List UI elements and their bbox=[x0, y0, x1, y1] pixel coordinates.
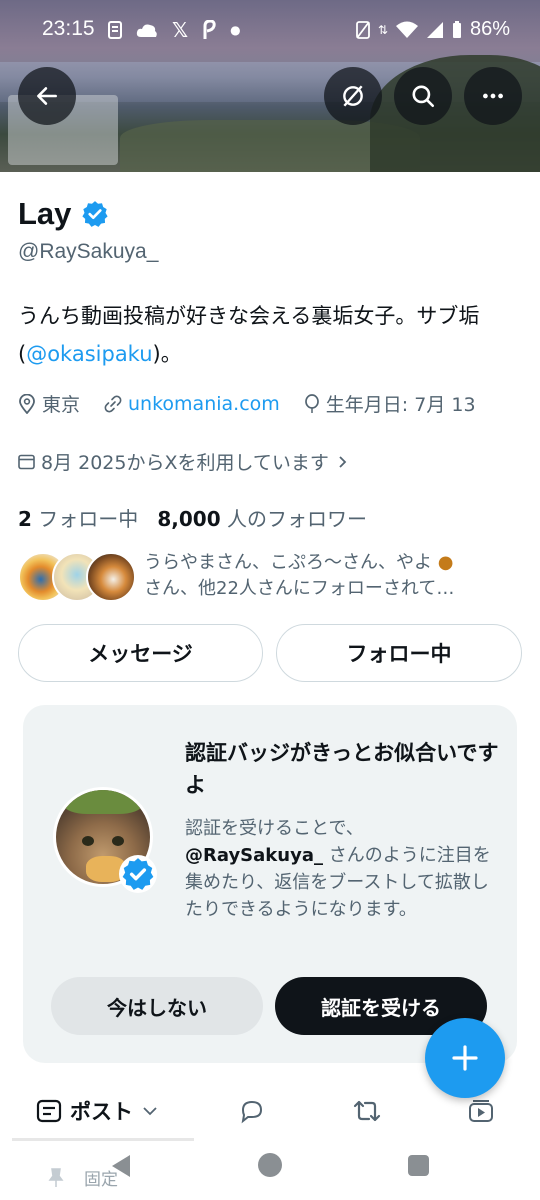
x-icon: 𝕏 bbox=[172, 18, 189, 42]
following-button[interactable]: フォロー中 bbox=[276, 624, 522, 682]
joined-row[interactable]: 8月 2025からXを利用しています bbox=[18, 448, 349, 475]
birthday-text: 生年月日: 7月 13 bbox=[325, 394, 476, 416]
chevron-right-icon bbox=[339, 455, 347, 468]
card-desc-handle: @RaySakuya_ bbox=[185, 845, 323, 866]
status-bar: 23:15 𝕏 ● ⇅ 86% bbox=[0, 0, 540, 60]
search-icon bbox=[412, 85, 435, 108]
grok-icon bbox=[343, 85, 363, 107]
video-icon bbox=[469, 1100, 493, 1122]
followers-you-know[interactable]: うらやまさん、こぷろ〜さん、やよ ● さん、他22人さんにフォローされて… bbox=[18, 550, 523, 606]
card-title: 認証バッジがきっとお似合いですよ bbox=[185, 741, 499, 797]
search-button[interactable] bbox=[394, 67, 452, 125]
plus-icon bbox=[452, 1045, 478, 1071]
nav-back-icon[interactable] bbox=[108, 1153, 134, 1179]
feather-icon bbox=[203, 20, 216, 39]
battery-percent: 86% bbox=[469, 18, 510, 40]
location-icon bbox=[19, 393, 35, 414]
followed-by-line1: うらやまさん、こぷろ〜さん、やよ bbox=[144, 552, 432, 573]
followed-by-text: うらやまさん、こぷろ〜さん、やよ ● さん、他22人さんにフォローされて… bbox=[144, 550, 524, 602]
following-label: フォロー中 bbox=[38, 507, 139, 531]
followers-label: 人のフォロワー bbox=[226, 507, 367, 531]
avatar-detail bbox=[112, 836, 124, 846]
more-icon bbox=[483, 93, 503, 99]
bio-text-end: )。 bbox=[152, 342, 182, 366]
verified-badge-icon bbox=[119, 855, 157, 893]
display-name: Lay bbox=[18, 196, 72, 231]
wifi-icon bbox=[395, 21, 418, 38]
more-button[interactable] bbox=[464, 67, 522, 125]
chevron-down-icon bbox=[143, 1107, 157, 1116]
avatar-detail bbox=[82, 836, 94, 846]
card-desc-part: 認証を受けることで、 bbox=[185, 818, 364, 839]
message-button[interactable]: メッセージ bbox=[18, 624, 263, 682]
status-right-icons: ⇅ 86% bbox=[356, 18, 510, 41]
not-now-button[interactable]: 今はしない bbox=[51, 977, 263, 1035]
calendar-icon bbox=[18, 454, 35, 470]
battery-icon bbox=[452, 20, 461, 38]
tab-posts[interactable]: ポスト bbox=[36, 1083, 159, 1139]
back-arrow-icon bbox=[37, 87, 57, 105]
following-link[interactable]: 2 フォロー中 bbox=[18, 507, 138, 531]
reply-icon bbox=[241, 1100, 263, 1124]
pin-icon bbox=[48, 1167, 64, 1187]
following-count: 2 bbox=[18, 507, 32, 531]
tab-posts-label: ポスト bbox=[70, 1100, 133, 1124]
notification-icon bbox=[108, 21, 122, 39]
data-arrows-icon: ⇅ bbox=[377, 22, 388, 37]
location-text: 東京 bbox=[42, 394, 81, 416]
profile-meta: 東京 unkomania.com 生年月日: 7月 13 bbox=[18, 390, 476, 417]
back-button[interactable] bbox=[18, 67, 76, 125]
profile-name: Lay bbox=[18, 196, 109, 232]
website-link[interactable]: unkomania.com bbox=[128, 393, 280, 415]
tab-replies[interactable] bbox=[238, 1083, 266, 1139]
tab-divider bbox=[12, 1138, 194, 1141]
bio-mention-link[interactable]: @okasipaku bbox=[26, 342, 152, 366]
posts-icon bbox=[36, 1099, 62, 1123]
nav-home-icon[interactable] bbox=[258, 1153, 282, 1177]
compose-button[interactable] bbox=[425, 1018, 505, 1098]
followers-link[interactable]: 8,000 人のフォロワー bbox=[157, 507, 367, 531]
link-icon bbox=[104, 395, 122, 412]
no-sim-icon bbox=[356, 20, 370, 39]
signal-icon bbox=[426, 21, 443, 38]
cloud-icon bbox=[136, 24, 157, 37]
avatar bbox=[86, 552, 136, 602]
verification-upsell-card: 認証バッジがきっとお似合いですよ 認証を受けることで、 @RaySakuya_ さ… bbox=[23, 705, 517, 1063]
card-description: 認証を受けることで、 @RaySakuya_ さんのように注目を集めたり、返信をブ… bbox=[185, 815, 495, 923]
profile-bio: うんち動画投稿が好きな会える裏垢女子。サブ垢(@okasipaku)。 bbox=[18, 297, 523, 373]
nav-recents-icon[interactable] bbox=[408, 1155, 429, 1176]
poop-emoji-icon: ● bbox=[432, 552, 454, 573]
grok-button[interactable] bbox=[324, 67, 382, 125]
status-time: 23:15 bbox=[42, 17, 95, 40]
status-left-icons: 𝕏 ● bbox=[108, 18, 241, 42]
tab-reposts[interactable] bbox=[352, 1083, 382, 1139]
avatar-detail bbox=[64, 790, 142, 814]
follow-counts: 2 フォロー中 8,000 人のフォロワー bbox=[18, 503, 367, 532]
followers-count: 8,000 bbox=[157, 507, 221, 531]
verified-badge-icon[interactable] bbox=[81, 200, 109, 228]
dot-icon: ● bbox=[230, 23, 241, 37]
joined-text: 8月 2025からXを利用しています bbox=[41, 452, 329, 474]
balloon-icon bbox=[304, 393, 319, 413]
profile-handle: @RaySakuya_ bbox=[18, 240, 159, 263]
followed-by-line2: さん、他22人さんにフォローされて… bbox=[144, 578, 455, 599]
repost-icon bbox=[353, 1100, 381, 1122]
